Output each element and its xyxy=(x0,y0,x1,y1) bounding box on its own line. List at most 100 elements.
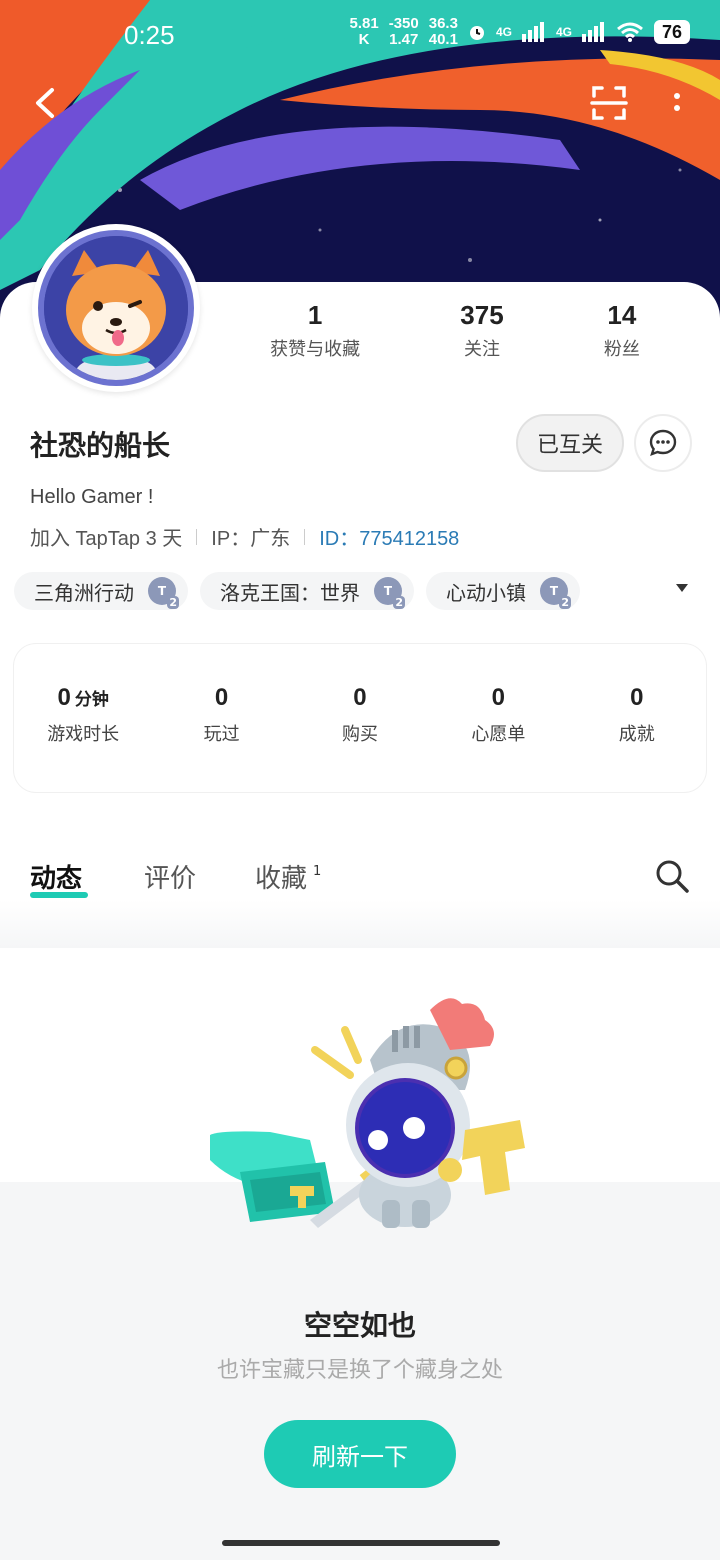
achievements-label: 成就 xyxy=(618,724,655,745)
wifi-icon xyxy=(617,22,643,42)
play-time-unit: 分钟 xyxy=(74,690,109,709)
profile-meta: 加入 TapTap 3 天 IP：广东 ID：775412158 xyxy=(30,522,459,551)
user-id[interactable]: ID：775412158 xyxy=(319,522,459,551)
signal-1-label: 4G xyxy=(495,25,512,39)
game-tags: 三角洲行动 T2 洛克王国：世界 T2 心动小镇 T2 xyxy=(14,572,580,610)
tab-reviews[interactable]: 评价 xyxy=(144,858,196,895)
username: 社恐的船长 xyxy=(30,429,171,462)
game-tag[interactable]: 心动小镇 T2 xyxy=(426,572,580,610)
signal-1-icon xyxy=(521,22,544,42)
game-tag[interactable]: 三角洲行动 T2 xyxy=(14,572,188,610)
status-reading-2: 36.3 40.1 xyxy=(429,16,458,48)
search-icon xyxy=(656,860,689,893)
status-indicators: 5.81 K -350 1.47 36.3 40.1 4G 4G 76 xyxy=(350,16,690,48)
ip-location: IP：广东 xyxy=(211,528,291,550)
empty-title: 空空如也 xyxy=(303,1309,416,1342)
played-value: 0 xyxy=(214,684,229,711)
signal-2-icon xyxy=(581,22,604,42)
status-reading-2-bottom: 40.1 xyxy=(428,31,458,48)
network-speed-unit: K xyxy=(358,31,370,48)
message-icon xyxy=(649,429,677,456)
mutual-follow-button[interactable]: 已互关 xyxy=(516,414,624,472)
status-reading-1: -350 1.47 xyxy=(389,16,419,48)
status-reading-2-top: 36.3 xyxy=(428,15,458,32)
refresh-button[interactable]: 刷新一下 xyxy=(264,1420,456,1488)
wishlist-value: 0 xyxy=(491,684,506,711)
active-tab-indicator xyxy=(30,892,88,898)
shiba-avatar-icon xyxy=(44,236,188,380)
stat-followers[interactable]: 14 粉丝 xyxy=(604,300,640,361)
game-tag-name: 心动小镇 xyxy=(446,580,526,605)
battery-indicator: 76 xyxy=(653,20,690,44)
stat-following[interactable]: 375 关注 xyxy=(460,300,503,361)
stat-followers-value: 14 xyxy=(607,300,637,330)
game-tag[interactable]: 洛克王国：世界 T2 xyxy=(200,572,414,610)
stat-likes-label: 获赞与收藏 xyxy=(270,339,361,360)
level-badge-number: 2 xyxy=(393,596,405,609)
avatar[interactable] xyxy=(32,224,200,392)
level-badge-letter: T xyxy=(549,584,559,598)
network-speed-value: 5.81 xyxy=(349,15,379,32)
stat-played[interactable]: 0 玩过 xyxy=(162,684,282,746)
tab-reviews-label: 评价 xyxy=(144,864,197,894)
stat-likes[interactable]: 1 获赞与收藏 xyxy=(270,300,360,361)
stat-following-label: 关注 xyxy=(463,339,500,360)
network-speed: 5.81 K xyxy=(350,16,379,48)
content-tabs-area xyxy=(0,828,720,948)
more-vertical-icon xyxy=(674,93,680,111)
purchased-value: 0 xyxy=(353,684,367,711)
tab-favorites-label: 收藏 xyxy=(255,864,308,894)
profile-bio: Hello Gamer ! xyxy=(30,486,154,508)
tab-moments[interactable]: 动态 xyxy=(30,858,82,895)
meta-divider xyxy=(196,528,198,545)
played-label: 玩过 xyxy=(203,724,240,745)
scan-button[interactable] xyxy=(586,80,632,126)
signal-2-label: 4G xyxy=(555,25,572,39)
empty-illustration xyxy=(200,990,540,1240)
level-badge-letter: T xyxy=(383,584,393,598)
stat-play-time[interactable]: 0 分钟 游戏时长 xyxy=(23,684,143,746)
stat-likes-value: 1 xyxy=(307,300,323,330)
home-indicator[interactable] xyxy=(222,1540,500,1546)
play-time-value: 0 分钟 xyxy=(23,684,143,712)
game-tag-name: 洛克王国：世界 xyxy=(220,580,360,605)
tab-favorites-count: 1 xyxy=(313,864,322,879)
status-reading-1-top: -350 xyxy=(388,15,419,32)
stat-wishlist[interactable]: 0 心愿单 xyxy=(438,684,558,746)
level-badge-icon: T2 xyxy=(148,577,179,609)
empty-subtitle: 也许宝藏只是换了个藏身之处 xyxy=(216,1358,503,1383)
join-info: 加入 TapTap 3 天 xyxy=(30,528,183,550)
achievements-value: 0 xyxy=(630,684,644,711)
social-stats: 1 获赞与收藏 375 关注 14 粉丝 xyxy=(220,300,690,361)
scan-icon xyxy=(590,86,628,120)
search-button[interactable] xyxy=(654,858,690,894)
game-tag-name: 三角洲行动 xyxy=(34,580,134,605)
status-bar: 0:25 5.81 K -350 1.47 36.3 40.1 4G 4G 76 xyxy=(0,0,720,70)
level-badge-number: 2 xyxy=(559,596,571,609)
meta-divider xyxy=(304,528,306,545)
tab-moments-label: 动态 xyxy=(30,864,83,894)
back-arrow-icon xyxy=(36,88,54,118)
game-stats-card: 0 分钟 游戏时长 0 玩过 0 购买 0 心愿单 0 成就 xyxy=(14,644,706,792)
play-time-number: 0 xyxy=(57,684,71,711)
status-time: 0:25 xyxy=(124,20,175,50)
tab-favorites[interactable]: 收藏 1 xyxy=(255,858,321,895)
level-badge-number: 2 xyxy=(167,596,179,609)
stat-purchased[interactable]: 0 购买 xyxy=(300,684,420,746)
more-button[interactable] xyxy=(660,80,706,126)
wishlist-label: 心愿单 xyxy=(471,724,526,745)
alarm-icon xyxy=(469,26,484,40)
level-badge-letter: T xyxy=(157,584,167,598)
stat-followers-label: 粉丝 xyxy=(603,339,640,360)
knight-treasure-icon xyxy=(210,998,525,1228)
play-time-label: 游戏时长 xyxy=(47,724,120,745)
status-reading-1-bottom: 1.47 xyxy=(389,31,419,48)
message-button[interactable] xyxy=(634,414,692,472)
purchased-label: 购买 xyxy=(341,724,378,745)
level-badge-icon: T2 xyxy=(540,577,571,609)
tags-expand-icon[interactable] xyxy=(676,584,688,592)
back-button[interactable] xyxy=(24,80,70,126)
avatar-image xyxy=(38,230,194,386)
stat-achievements[interactable]: 0 成就 xyxy=(577,684,697,746)
level-badge-icon: T2 xyxy=(374,577,405,609)
